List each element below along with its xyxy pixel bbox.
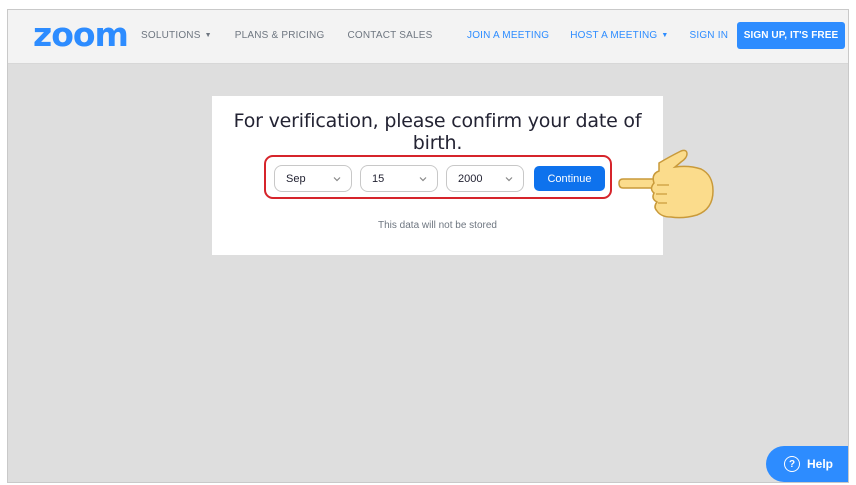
help-button[interactable]: ? Help xyxy=(766,446,848,482)
browser-viewport: zoom SOLUTIONS ▼ PLANS & PRICING CONTACT… xyxy=(7,9,849,483)
top-navigation-bar: zoom SOLUTIONS ▼ PLANS & PRICING CONTACT… xyxy=(8,10,848,64)
month-select[interactable]: Sep xyxy=(274,165,352,192)
chevron-down-icon xyxy=(505,177,513,182)
nav-solutions[interactable]: SOLUTIONS ▼ xyxy=(141,29,212,43)
continue-button[interactable]: Continue xyxy=(534,166,605,191)
chevron-down-icon xyxy=(419,177,427,182)
caret-down-icon: ▼ xyxy=(204,32,212,39)
nav-contact-sales[interactable]: CONTACT SALES xyxy=(347,29,432,43)
month-value: Sep xyxy=(286,172,306,185)
signup-button[interactable]: SIGN UP, IT'S FREE xyxy=(737,22,845,49)
question-circle-icon: ? xyxy=(784,456,800,472)
day-value: 15 xyxy=(372,172,385,185)
pointing-hand-icon xyxy=(618,149,714,219)
year-value: 2000 xyxy=(458,172,483,185)
help-label: Help xyxy=(807,457,834,471)
nav-solutions-label: SOLUTIONS xyxy=(141,30,201,41)
primary-nav: SOLUTIONS ▼ PLANS & PRICING CONTACT SALE… xyxy=(141,29,455,43)
privacy-note: This data will not be stored xyxy=(378,220,497,231)
nav-host-meeting[interactable]: HOST A MEETING ▼ xyxy=(570,29,668,43)
chevron-down-icon xyxy=(333,177,341,182)
caret-down-icon: ▼ xyxy=(661,32,669,39)
nav-host-meeting-label: HOST A MEETING xyxy=(570,30,658,41)
nav-plans-pricing[interactable]: PLANS & PRICING xyxy=(235,29,325,43)
nav-sign-in[interactable]: SIGN IN xyxy=(689,29,728,43)
verification-title: For verification, please confirm your da… xyxy=(233,110,642,154)
dob-verification-card: For verification, please confirm your da… xyxy=(212,96,663,255)
year-select[interactable]: 2000 xyxy=(446,165,524,192)
nav-join-meeting[interactable]: JOIN A MEETING xyxy=(467,29,549,43)
day-select[interactable]: 15 xyxy=(360,165,438,192)
zoom-logo[interactable]: zoom xyxy=(33,18,129,51)
secondary-nav: JOIN A MEETING HOST A MEETING ▼ SIGN IN xyxy=(467,29,749,43)
